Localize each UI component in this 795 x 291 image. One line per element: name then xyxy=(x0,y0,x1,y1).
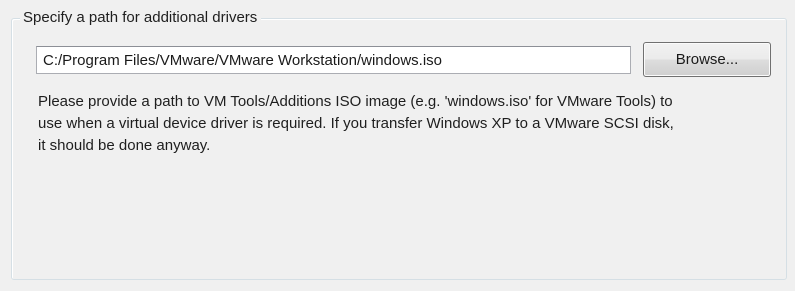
help-text-line: it should be done anyway. xyxy=(38,137,211,154)
help-text-line: Please provide a path to VM Tools/Additi… xyxy=(38,93,673,110)
help-text: Please provide a path to VM Tools/Additi… xyxy=(38,91,783,157)
driver-path-input[interactable] xyxy=(36,46,631,74)
drivers-settings-panel: Specify a path for additional drivers Br… xyxy=(0,0,795,291)
help-text-line: use when a virtual device driver is requ… xyxy=(38,115,674,132)
groupbox-title: Specify a path for additional drivers xyxy=(20,8,262,28)
browse-button[interactable]: Browse... xyxy=(643,42,771,77)
